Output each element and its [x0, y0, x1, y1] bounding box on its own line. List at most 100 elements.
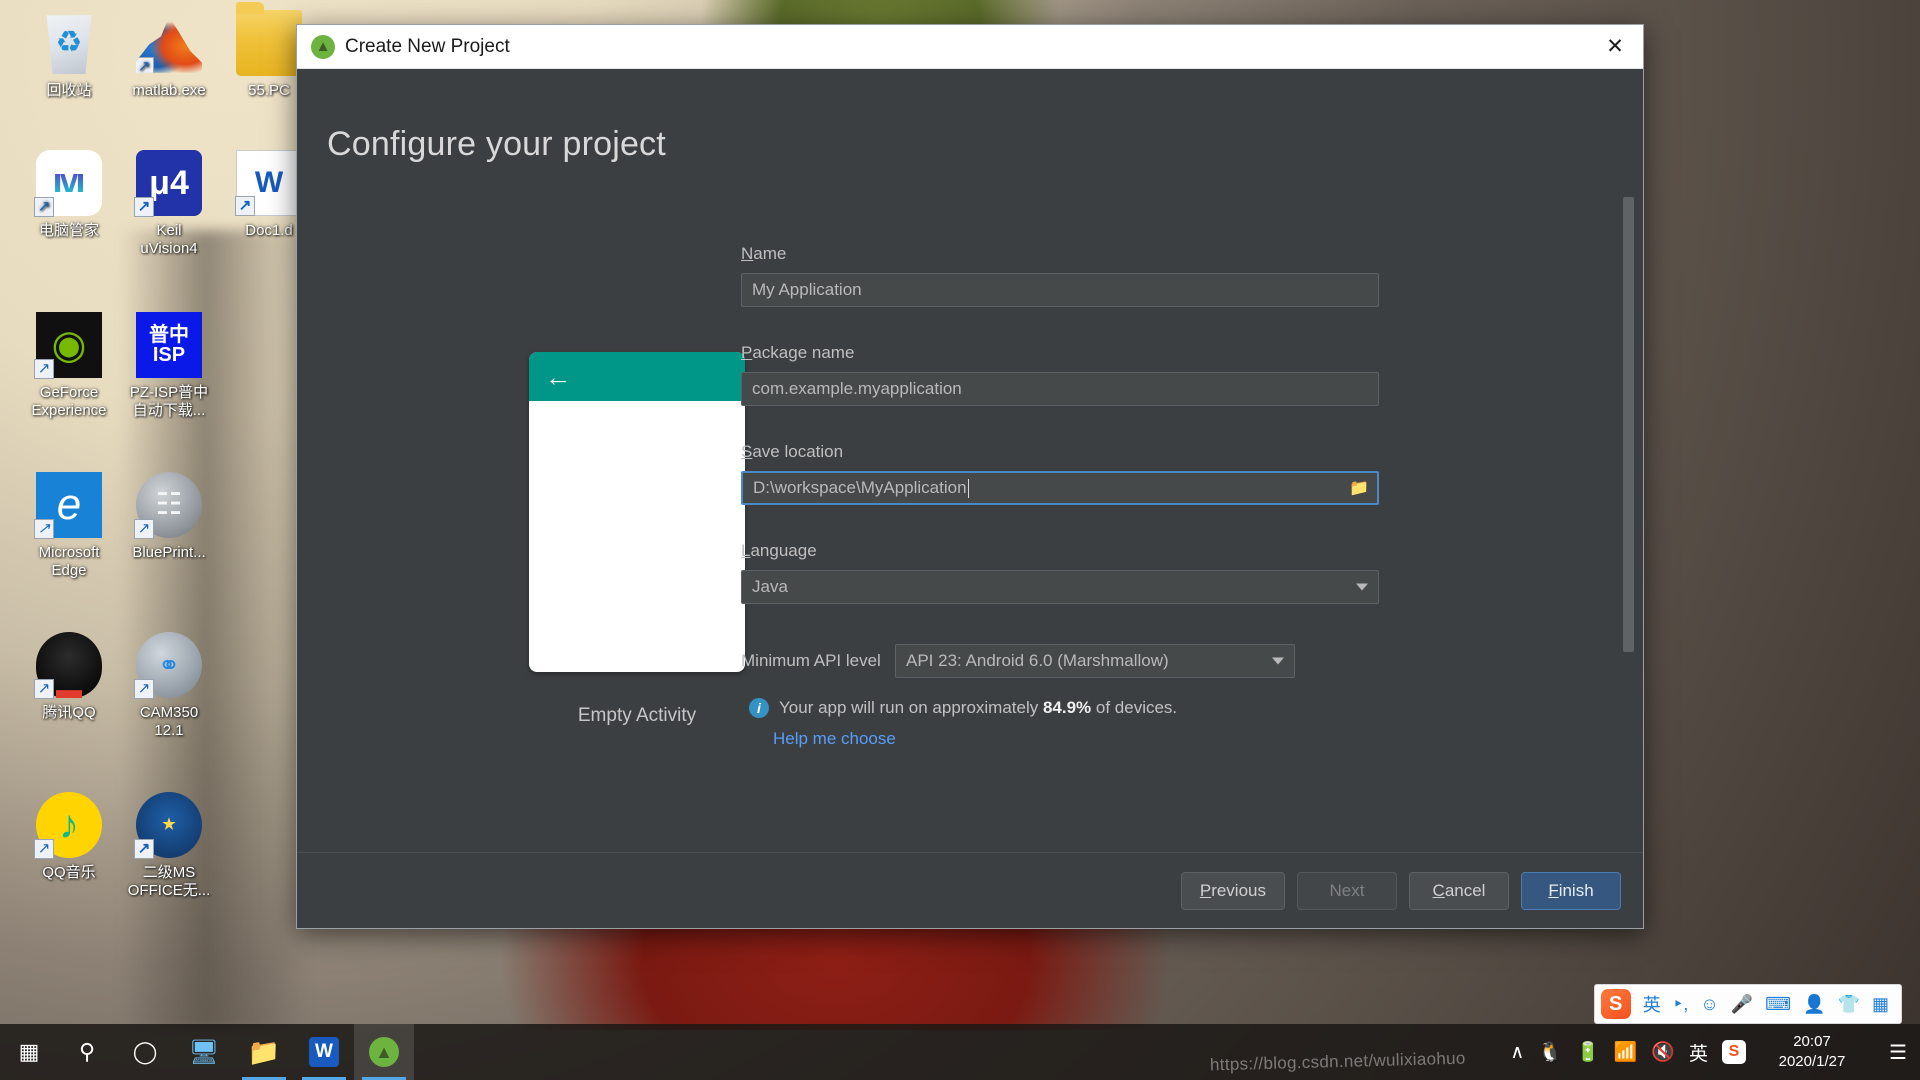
- taskbar-app-android-studio[interactable]: ▲: [354, 1024, 414, 1080]
- shortcut-arrow-icon: ↗: [34, 197, 54, 217]
- taskbar-clock[interactable]: 20:07 2020/1/27: [1756, 1032, 1876, 1072]
- name-label-rest: ame: [753, 244, 786, 263]
- name-input[interactable]: My Application: [741, 273, 1379, 307]
- taskbar: ▦ ⚲ ◯ 🖥 📁 W ▲ ∧ 🐧 🔋 📶 🔇 英 S 20: [0, 1024, 1920, 1080]
- dialog-titlebar: ▲ Create New Project ✕: [297, 25, 1643, 69]
- language-select-value: Java: [752, 577, 788, 597]
- shortcut-arrow-icon: ↗: [134, 519, 154, 539]
- wifi-icon[interactable]: 📶: [1614, 1040, 1638, 1064]
- start-button[interactable]: ▦: [0, 1024, 58, 1080]
- sogou-logo-icon[interactable]: S: [1601, 989, 1631, 1019]
- desktop-icon-image: ↗: [136, 10, 202, 76]
- volume-muted-icon[interactable]: 🔇: [1651, 1040, 1675, 1064]
- desktop-icon-image: 普中 ISP: [136, 312, 202, 378]
- desktop-icon-label: 二级MS OFFICE无...: [108, 864, 230, 900]
- emoji-icon[interactable]: ☺: [1700, 994, 1718, 1015]
- shortcut-arrow-icon: ↗: [34, 519, 54, 539]
- language-select[interactable]: Java: [741, 570, 1379, 604]
- desktop-icon-image: e↗: [36, 472, 102, 538]
- cancel-button-mnemonic: C: [1433, 881, 1445, 901]
- clock-date: 2020/1/27: [1762, 1052, 1862, 1072]
- desktop-icon[interactable]: ★↗ 二级MS OFFICE无...: [108, 792, 230, 900]
- help-me-choose-link[interactable]: Help me choose: [773, 729, 1381, 749]
- folder-icon: 📁: [248, 1037, 280, 1068]
- previous-button[interactable]: Previous: [1181, 872, 1285, 910]
- ime-lang-icon[interactable]: 英: [1689, 1039, 1708, 1066]
- previous-button-label: revious: [1211, 881, 1266, 901]
- cancel-button[interactable]: Cancel: [1409, 872, 1509, 910]
- coverage-prefix: Your app will run on approximately: [779, 698, 1043, 717]
- voice-input-icon[interactable]: 🎤: [1731, 994, 1753, 1015]
- shortcut-arrow-icon: ↗: [134, 57, 154, 77]
- coverage-suffix: of devices.: [1091, 698, 1177, 717]
- desktop-icon-image: ☷↗: [136, 472, 202, 538]
- coverage-text: Your app will run on approximately 84.9%…: [779, 698, 1177, 718]
- punctuation-icon[interactable]: ‣,: [1673, 994, 1689, 1015]
- user-icon[interactable]: 👤: [1803, 994, 1825, 1015]
- min-api-select[interactable]: API 23: Android 6.0 (Marshmallow): [895, 644, 1295, 678]
- qq-tray-icon[interactable]: 🐧: [1538, 1040, 1562, 1064]
- toolbox-icon[interactable]: ▦: [1872, 994, 1889, 1015]
- clock-time: 20:07: [1762, 1032, 1862, 1052]
- soft-keyboard-icon[interactable]: ⌨: [1765, 994, 1791, 1015]
- battery-icon[interactable]: 🔋: [1576, 1040, 1600, 1064]
- system-tray: ∧ 🐧 🔋 📶 🔇 英 S: [1510, 1039, 1756, 1066]
- back-arrow-icon: ←: [545, 364, 571, 390]
- shortcut-arrow-icon: ↗: [34, 359, 54, 379]
- save-location-input[interactable]: D:\workspace\MyApplication 📁: [741, 471, 1379, 505]
- name-input-value: My Application: [752, 280, 862, 300]
- device-coverage-message: i Your app will run on approximately 84.…: [749, 698, 1381, 718]
- chevron-down-icon: [1356, 584, 1368, 591]
- desktop-icon-image: W↗: [236, 150, 302, 216]
- min-api-select-value: API 23: Android 6.0 (Marshmallow): [906, 651, 1169, 671]
- previous-button-mnemonic: P: [1200, 881, 1211, 901]
- package-name-input[interactable]: com.example.myapplication: [741, 372, 1379, 406]
- name-label-mnemonic: N: [741, 244, 753, 263]
- save-location-label-rest: ave location: [752, 442, 843, 461]
- desktop-icon-image: ▬↗: [36, 632, 102, 698]
- save-location-label-mnemonic: S: [741, 442, 752, 461]
- cortana-icon[interactable]: ◯: [116, 1024, 174, 1080]
- shortcut-arrow-icon: ↗: [134, 679, 154, 699]
- close-icon[interactable]: ✕: [1593, 29, 1637, 65]
- phone-mockup: ←: [529, 352, 745, 672]
- desktop-icon[interactable]: 普中 ISPPZ-ISP普中 自动下载...: [108, 312, 230, 420]
- text-caret: [968, 479, 969, 498]
- vertical-scrollbar[interactable]: [1623, 197, 1634, 652]
- android-studio-icon: ▲: [369, 1037, 399, 1067]
- ime-language-toggle[interactable]: 英: [1643, 991, 1661, 1017]
- task-view-button[interactable]: 🖥: [174, 1024, 234, 1080]
- desktop-icon-image: [236, 10, 302, 76]
- action-center-icon[interactable]: ☰: [1876, 1040, 1920, 1065]
- language-label-rest: anguage: [750, 541, 816, 560]
- desktop-icon-image: ⚭↗: [136, 632, 202, 698]
- dialog-body: Configure your project ← Empty Activity …: [297, 69, 1643, 852]
- save-location-input-value: D:\workspace\MyApplication: [753, 478, 967, 498]
- taskbar-app-word[interactable]: W: [294, 1024, 354, 1080]
- next-button-label: Next: [1330, 881, 1365, 901]
- search-icon[interactable]: ⚲: [58, 1024, 116, 1080]
- tray-expand-icon[interactable]: ∧: [1510, 1041, 1524, 1064]
- package-name-label-rest: ackage name: [752, 343, 854, 362]
- template-name-label: Empty Activity: [529, 705, 745, 727]
- finish-button[interactable]: Finish: [1521, 872, 1621, 910]
- desktop-icon-image: ◉↗: [36, 312, 102, 378]
- sogou-tray-icon[interactable]: S: [1722, 1040, 1746, 1064]
- shortcut-arrow-icon: ↗: [34, 679, 54, 699]
- skin-icon[interactable]: 👕: [1838, 994, 1860, 1015]
- package-name-label: Package name: [741, 343, 1381, 363]
- scrollbar-thumb[interactable]: [1623, 197, 1634, 652]
- next-button[interactable]: Next: [1297, 872, 1397, 910]
- template-preview: ← Empty Activity: [529, 352, 745, 727]
- folder-browse-icon[interactable]: 📁: [1347, 477, 1371, 499]
- taskbar-app-file-explorer[interactable]: 📁: [234, 1024, 294, 1080]
- desktop-icon[interactable]: ☷↗BluePrint...: [108, 472, 230, 562]
- sogou-ime-toolbar[interactable]: S 英 ‣, ☺ 🎤 ⌨ 👤 👕 ▦: [1594, 984, 1902, 1024]
- desktop-icon-label: CAM350 12.1: [108, 704, 230, 740]
- info-icon: i: [749, 698, 769, 718]
- desktop-icon[interactable]: ⚭↗ CAM350 12.1: [108, 632, 230, 740]
- desktop-background: 回收站↗matlab.exe55.PC↗电脑管家μ4↗Keil uVision4…: [0, 0, 1920, 1080]
- page-title: Configure your project: [327, 125, 666, 164]
- finish-button-mnemonic: F: [1548, 881, 1558, 901]
- desktop-icon-image: ★↗: [136, 792, 202, 858]
